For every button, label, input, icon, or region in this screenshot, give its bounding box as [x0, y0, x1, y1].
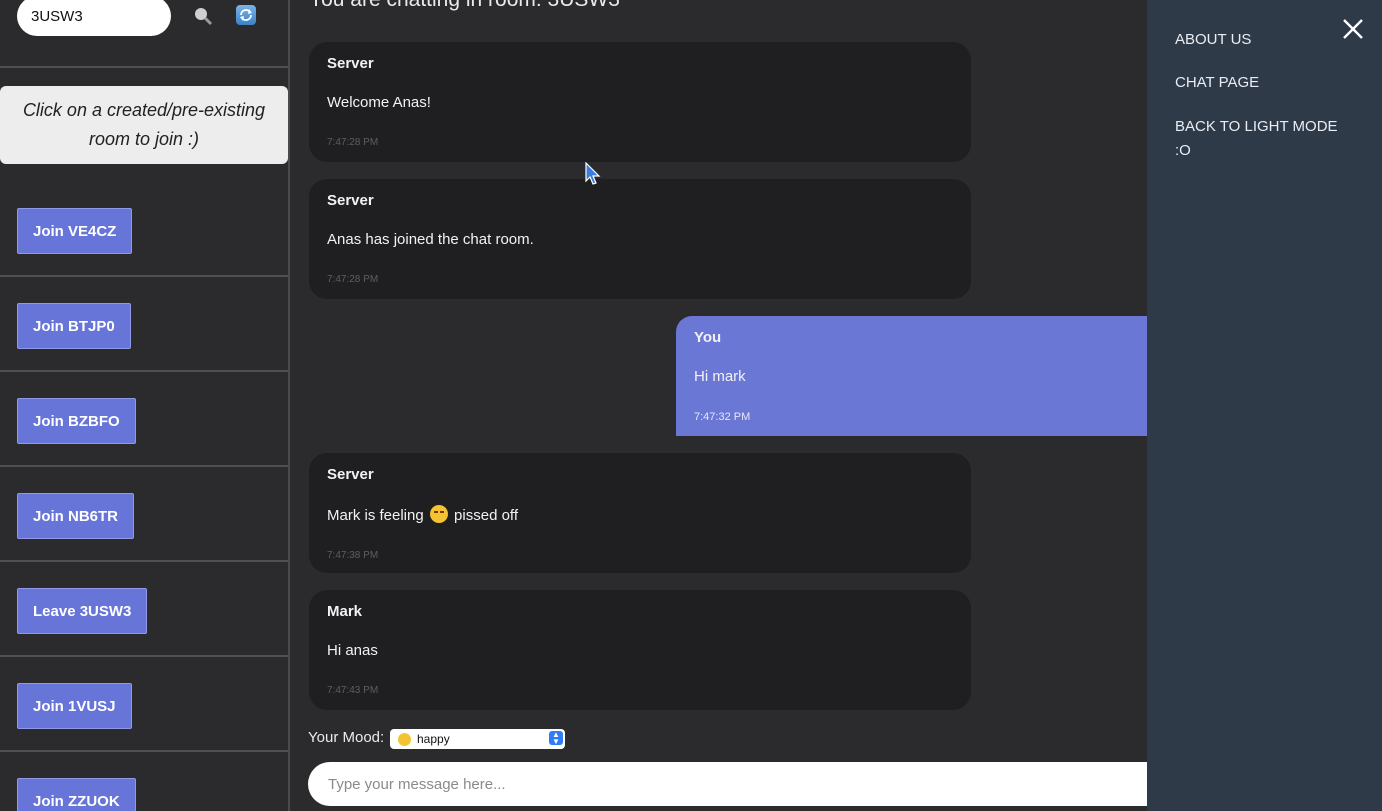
select-caret-icon: ▲ ▼ — [549, 731, 563, 746]
chat-message: Server Welcome Anas! 7:47:28 PM — [309, 42, 971, 162]
room-search-input[interactable] — [17, 0, 171, 36]
nav-about-us-link[interactable]: ABOUT US — [1175, 28, 1355, 52]
leave-room-button[interactable]: Leave 3USW3 — [17, 588, 148, 634]
room-sidebar: Click on a created/pre-existing room to … — [0, 0, 290, 811]
room-item: Join NB6TR — [0, 467, 288, 562]
room-item: Leave 3USW3 — [0, 562, 288, 657]
join-room-button[interactable]: Join BZBFO — [17, 398, 136, 444]
mood-select[interactable]: happy ▲ ▼ — [390, 729, 565, 749]
message-text-after: pissed off — [454, 507, 518, 524]
mood-row: Your Mood: happy ▲ ▼ — [308, 729, 565, 749]
room-list: Join VE4CZ Join BTJP0 Join BZBFO Join NB… — [0, 182, 288, 811]
room-item: Join 1VUSJ — [0, 657, 288, 752]
chat-message: Server Anas has joined the chat room. 7:… — [309, 179, 971, 299]
message-sender: Server — [327, 192, 374, 209]
nav-chat-page-link[interactable]: CHAT PAGE — [1175, 71, 1355, 95]
room-search-bar — [0, 0, 288, 68]
message-text: Anas has joined the chat room. — [327, 231, 534, 248]
message-text-before: Mark is feeling — [327, 507, 424, 524]
message-text: Hi mark — [694, 368, 746, 385]
message-sender: Server — [327, 55, 374, 72]
nav-light-mode-link[interactable]: BACK TO LIGHT MODE :O — [1175, 115, 1355, 163]
message-sender: You — [694, 329, 722, 346]
message-time: 7:47:28 PM — [327, 137, 379, 148]
chat-area: You are chatting in room: 3USW3 Server W… — [290, 0, 1147, 811]
room-title: You are chatting in room: 3USW3 — [309, 0, 620, 12]
mood-label: Your Mood: — [308, 729, 385, 746]
room-item: Join BTJP0 — [0, 277, 288, 372]
pissed-off-emoji-icon — [429, 505, 448, 523]
message-sender: Server — [327, 466, 374, 483]
join-room-button[interactable]: Join NB6TR — [17, 493, 135, 539]
message-text: Hi anas — [327, 642, 378, 659]
chat-message: Mark Hi anas 7:47:43 PM — [309, 590, 971, 710]
side-nav-panel: ABOUT US CHAT PAGE BACK TO LIGHT MODE :O — [1147, 0, 1382, 811]
chat-message: Server Mark is feeling pissed off 7:47:3… — [309, 453, 971, 573]
own-chat-message: You Hi mark 7:47:32 PM — [676, 316, 1147, 436]
join-room-button[interactable]: Join 1VUSJ — [17, 683, 132, 729]
room-item: Join BZBFO — [0, 372, 288, 467]
room-item: Join ZZUOK — [0, 752, 288, 811]
message-time: 7:47:28 PM — [327, 274, 379, 285]
message-time: 7:47:32 PM — [694, 411, 751, 423]
join-room-hint: Click on a created/pre-existing room to … — [0, 86, 288, 164]
message-text: Mark is feeling pissed off — [327, 505, 953, 524]
room-item: Join VE4CZ — [0, 182, 288, 277]
message-time: 7:47:38 PM — [327, 550, 379, 561]
mouse-cursor-icon — [585, 161, 601, 186]
join-room-button[interactable]: Join ZZUOK — [17, 778, 136, 811]
mood-selected-value: happy — [417, 732, 450, 746]
message-text: Welcome Anas! — [327, 94, 431, 111]
happy-emoji-icon — [398, 732, 411, 746]
refresh-icon[interactable] — [236, 5, 256, 25]
message-time: 7:47:43 PM — [327, 685, 379, 696]
join-room-button[interactable]: Join BTJP0 — [17, 303, 131, 349]
message-input[interactable] — [308, 762, 1147, 806]
search-icon[interactable] — [193, 6, 213, 26]
message-sender: Mark — [327, 603, 363, 620]
join-room-button[interactable]: Join VE4CZ — [17, 208, 133, 254]
